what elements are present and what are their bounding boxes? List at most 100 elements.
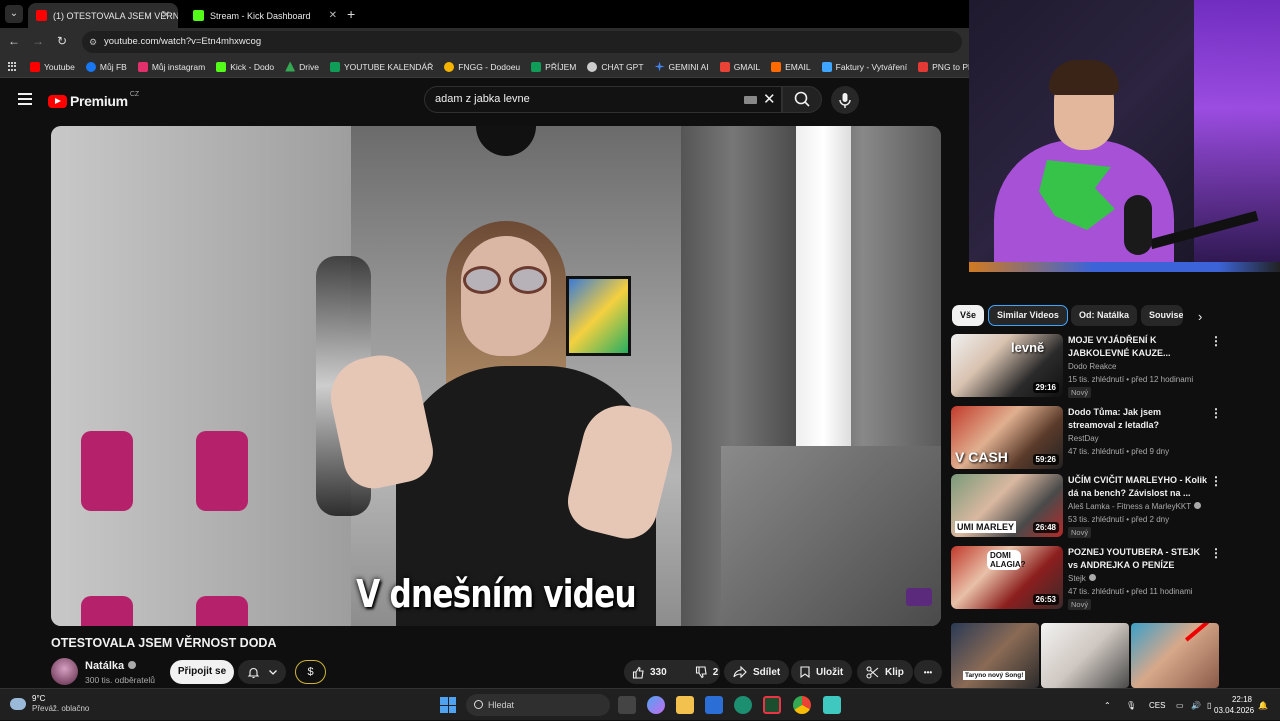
chevron-right-icon[interactable]: › (1198, 309, 1202, 324)
search-button[interactable] (782, 86, 822, 113)
short-thumbnail[interactable] (1041, 623, 1129, 688)
video-thumbnail[interactable]: UMI MARLEY 26:48 (951, 474, 1063, 537)
more-vert-icon[interactable]: ⋮ (1210, 546, 1222, 560)
recommendation-item[interactable]: DOMI ALAGIA? 26:53 POZNEJ YOUTUBERA - ST… (951, 546, 1231, 610)
edge-icon[interactable] (734, 696, 752, 714)
video-thumbnail[interactable]: levně 29:16 (951, 334, 1063, 397)
dislike-button[interactable]: 2 (687, 660, 727, 684)
bookmark-youtube[interactable]: Youtube (30, 61, 75, 72)
thanks-button[interactable]: $ (295, 660, 326, 684)
webcam-streamer-hair (1049, 60, 1119, 95)
copilot-icon[interactable] (647, 696, 665, 714)
menu-icon[interactable] (18, 93, 32, 108)
bookmark-gmail[interactable]: GMAIL (719, 61, 761, 72)
volume-icon[interactable]: 🔊 (1191, 689, 1201, 721)
short-thumbnail[interactable]: Taryno nový Song! (951, 623, 1039, 688)
apps-grid-icon[interactable] (8, 61, 16, 72)
chip-from-channel[interactable]: Od: Natálka (1071, 305, 1138, 326)
channel-name[interactable]: Natálka (85, 660, 137, 672)
windows-start-icon[interactable] (440, 697, 456, 713)
recommendation-channel[interactable]: Stejk (1068, 574, 1096, 583)
recommendation-item[interactable]: V CASH 59:26 Dodo Tůma: Jak jsem streamo… (951, 406, 1231, 470)
close-tab-icon[interactable]: ✕ (329, 10, 337, 21)
bookmark-faktury[interactable]: Faktury - Vytváření (821, 61, 907, 72)
clear-search-icon[interactable]: ✕ (763, 90, 776, 108)
chip-all[interactable]: Vše (952, 305, 985, 326)
clip-button[interactable]: Klip (857, 660, 913, 684)
taskbar-clock[interactable]: 22:18 03.04.2026 (1214, 694, 1254, 716)
chrome-icon[interactable] (793, 696, 811, 714)
more-vert-icon[interactable]: ⋮ (1210, 334, 1222, 348)
bookmark-label: GMAIL (733, 61, 761, 72)
recommendation-channel[interactable]: Dodo Reakce (1068, 362, 1116, 371)
address-bar[interactable]: ⚙ youtube.com/watch?v=Etn4mhxwcog (82, 31, 962, 53)
notification-bell-icon[interactable]: 🔔 (1258, 689, 1268, 721)
bookmark-fngg[interactable]: FNGG - Dodoeu (444, 61, 520, 72)
new-tab-button[interactable]: + (347, 6, 355, 22)
site-info-icon[interactable]: ⚙ (89, 31, 97, 53)
more-actions-button[interactable]: ••• (914, 660, 942, 684)
recommendation-title[interactable]: UČÍM CVIČIT MARLEYHO - Kolik dá na bench… (1068, 474, 1210, 499)
forward-arrow-icon[interactable]: → (30, 34, 46, 48)
recommendation-channel[interactable]: RestDay (1068, 434, 1099, 443)
voice-search-button[interactable] (831, 86, 859, 114)
bookmark-youtube-calendar[interactable]: YOUTUBE KALENDÁŘ (329, 61, 433, 72)
tab-youtube[interactable]: (1) OTESTOVALA JSEM VĚRNOS ✕ (28, 3, 178, 28)
keyboard-icon[interactable] (744, 96, 757, 104)
language-indicator[interactable]: CES (1149, 689, 1165, 721)
like-dislike-group: 330 2 (624, 660, 720, 684)
more-vert-icon[interactable]: ⋮ (1210, 406, 1222, 420)
reload-icon[interactable]: ↻ (54, 34, 70, 48)
tab-kick-dashboard[interactable]: Stream - Kick Dashboard ✕ (185, 3, 345, 28)
task-view-icon[interactable] (618, 696, 636, 714)
chip-similar-videos[interactable]: Similar Videos (988, 305, 1068, 326)
back-arrow-icon[interactable]: ← (6, 34, 22, 48)
tray-overflow-icon[interactable]: ⌃ (1104, 689, 1111, 721)
recommendation-title[interactable]: Dodo Tůma: Jak jsem streamoval z letadla… (1068, 406, 1210, 431)
recommendation-item[interactable]: levně 29:16 MOJE VYJÁDŘENÍ K JABKOLEVNÉ … (951, 334, 1231, 398)
bookmark-png-to-pdf[interactable]: PNG to PDF (918, 61, 970, 72)
video-player[interactable]: V dnešním videu (51, 126, 941, 626)
bookmark-gemini[interactable]: GEMINI AI (654, 61, 709, 72)
share-button[interactable]: Sdílet (724, 660, 790, 684)
store-icon[interactable] (705, 696, 723, 714)
short-thumbnail[interactable] (1131, 623, 1219, 688)
bookmark-instagram[interactable]: Můj instagram (137, 61, 205, 72)
notepad-icon[interactable] (823, 696, 841, 714)
search-input[interactable]: adam z jabka levne (424, 86, 782, 113)
network-icon[interactable]: ▭ (1176, 689, 1184, 721)
bookmark-prijem[interactable]: PŘÍJEM (531, 61, 576, 72)
bookmark-label: EMAIL (785, 61, 811, 72)
terminal-icon[interactable] (763, 696, 781, 714)
recommendation-channel[interactable]: Aleš Lamka - Fitness a MarleyKKT (1068, 502, 1202, 511)
like-button[interactable]: 330 (624, 660, 675, 684)
battery-icon[interactable]: ▯ (1207, 689, 1211, 721)
bookmark-kick[interactable]: Kick - Dodo (216, 61, 274, 72)
channel-avatar[interactable] (51, 658, 78, 685)
video-thumbnail[interactable]: DOMI ALAGIA? 26:53 (951, 546, 1063, 609)
recommendation-title[interactable]: POZNEJ YOUTUBERA - STEJK vs ANDREJKA O P… (1068, 546, 1210, 571)
file-explorer-icon[interactable] (676, 696, 694, 714)
fngg-icon (444, 61, 455, 72)
save-button[interactable]: Uložit (791, 660, 853, 684)
chatgpt-icon (587, 61, 598, 72)
bookmark-drive[interactable]: Drive (285, 61, 319, 72)
notifications-button[interactable] (238, 660, 286, 684)
youtube-logo[interactable]: Premium CZ (48, 91, 139, 109)
close-tab-icon[interactable]: ✕ (162, 10, 170, 21)
weather-widget[interactable]: 9°C Převáž. oblačno (10, 694, 89, 714)
chip-related[interactable]: Souvisej (1141, 305, 1183, 326)
more-vert-icon[interactable]: ⋮ (1210, 474, 1222, 488)
recommendation-title[interactable]: MOJE VYJÁDŘENÍ K JABKOLEVNÉ KAUZE... (1068, 334, 1210, 359)
channel-watermark-icon[interactable] (906, 588, 932, 606)
recommendation-item[interactable]: UMI MARLEY 26:48 UČÍM CVIČIT MARLEYHO - … (951, 474, 1231, 538)
tab-search-button[interactable]: ⌄ (5, 5, 23, 23)
microphone-tray-icon[interactable]: 🎙 (1126, 689, 1136, 721)
bookmark-chatgpt[interactable]: CHAT GPT (587, 61, 644, 72)
bookmark-email[interactable]: EMAIL (771, 61, 811, 72)
join-button[interactable]: Připojit se (170, 660, 234, 684)
video-frame-pink-object (81, 431, 133, 511)
bookmark-facebook[interactable]: Můj FB (85, 61, 127, 72)
taskbar-search[interactable]: Hledat (466, 694, 610, 716)
video-thumbnail[interactable]: V CASH 59:26 (951, 406, 1063, 469)
